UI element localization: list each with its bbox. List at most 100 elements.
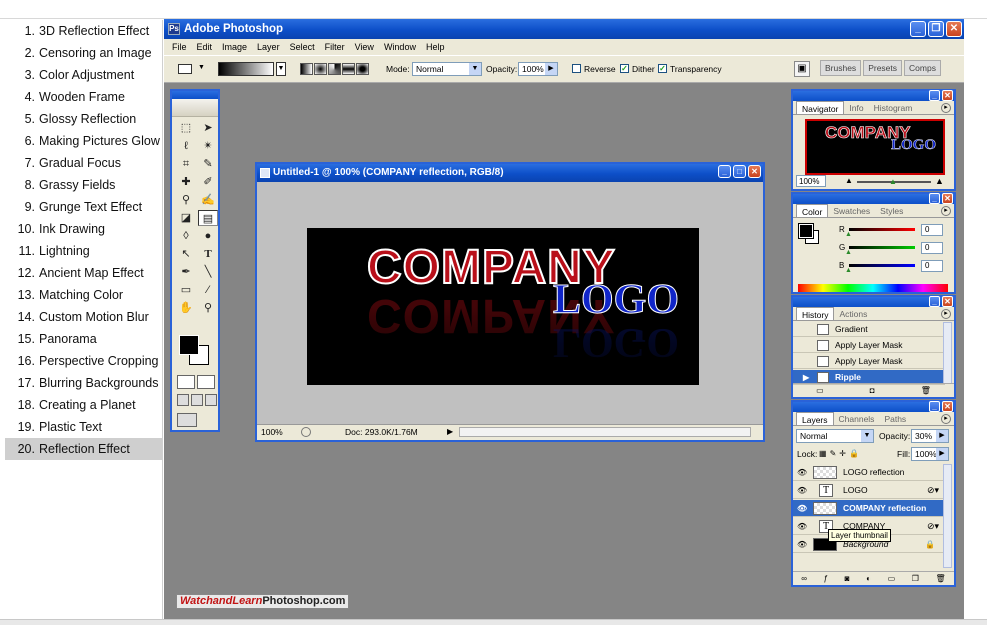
link-layers-icon[interactable]: ∞: [801, 574, 807, 583]
pen-tool-icon[interactable]: ✒: [176, 264, 196, 280]
eye-icon[interactable]: 👁: [797, 468, 807, 477]
layers-tab-channels[interactable]: Channels: [834, 412, 880, 425]
reflected-gradient-button[interactable]: [342, 63, 355, 75]
clone-stamp-tool-icon[interactable]: ⚲: [176, 192, 196, 208]
color-fg-swatch[interactable]: [798, 223, 814, 239]
color-close-button[interactable]: ✕: [942, 193, 953, 204]
layers-tab-paths[interactable]: Paths: [879, 412, 911, 425]
menu-view[interactable]: View: [350, 42, 379, 52]
eye-icon[interactable]: 👁: [797, 504, 807, 513]
menu-window[interactable]: Window: [379, 42, 421, 52]
menu-filter[interactable]: Filter: [320, 42, 350, 52]
eye-icon[interactable]: 👁: [797, 486, 807, 495]
file-browser-icon[interactable]: ▣: [794, 61, 810, 77]
tutorial-item[interactable]: 9. Grunge Text Effect: [5, 196, 162, 218]
horizontal-scrollbar[interactable]: [459, 427, 751, 437]
lock-transparent-icon[interactable]: ▦: [819, 449, 827, 458]
status-menu-icon[interactable]: [301, 427, 311, 437]
magic-wand-tool-icon[interactable]: ✴: [198, 138, 218, 154]
fill-input[interactable]: 100% ▶: [911, 447, 949, 461]
gradient-dropdown-arrow[interactable]: ▼: [276, 62, 286, 76]
menu-help[interactable]: Help: [421, 42, 450, 52]
tutorial-item[interactable]: 16. Perspective Cropping: [5, 350, 162, 372]
full-screen-mode-button[interactable]: [205, 394, 217, 406]
lock-position-icon[interactable]: ✛: [839, 449, 846, 458]
preset-arrow-icon[interactable]: ▼: [198, 64, 205, 71]
diamond-gradient-button[interactable]: [356, 63, 369, 75]
zoom-slider-thumb-icon[interactable]: ▲: [889, 176, 897, 188]
slice-tool-icon[interactable]: ✎: [198, 156, 218, 172]
document-title-bar[interactable]: Untitled-1 @ 100% (COMPANY reflection, R…: [257, 164, 763, 182]
color-title-bar[interactable]: _ ✕: [793, 193, 954, 204]
navigator-minimize-button[interactable]: _: [929, 90, 940, 101]
zoom-out-icon[interactable]: ▲: [845, 175, 853, 187]
dodge-tool-icon[interactable]: ●: [198, 228, 218, 244]
full-screen-menu-mode-button[interactable]: [191, 394, 203, 406]
opacity-input[interactable]: 100% ▶: [518, 62, 558, 76]
tutorial-item[interactable]: 4. Wooden Frame: [5, 86, 162, 108]
tutorial-item[interactable]: 20. Reflection Effect: [5, 438, 162, 460]
layers-menu-icon[interactable]: ▸: [941, 414, 951, 424]
menu-image[interactable]: Image: [217, 42, 252, 52]
tutorial-item[interactable]: 1. 3D Reflection Effect: [5, 20, 162, 42]
layer-style-icon[interactable]: ƒ: [824, 574, 828, 583]
layer-effects-icon[interactable]: ⊘▾: [927, 518, 939, 535]
blue-slider[interactable]: [849, 264, 915, 267]
path-selection-tool-icon[interactable]: ↖: [176, 246, 196, 262]
red-slider[interactable]: [849, 228, 915, 231]
history-brush-tool-icon[interactable]: ✍: [198, 192, 218, 208]
green-value[interactable]: 0: [921, 242, 943, 254]
image-canvas[interactable]: COMPANY LOGO COMPANY LOGO: [307, 228, 699, 385]
navigator-title-bar[interactable]: _ ✕: [793, 90, 954, 101]
angle-gradient-button[interactable]: [328, 63, 341, 75]
crop-tool-icon[interactable]: ⌗: [176, 156, 196, 172]
document-close-button[interactable]: ✕: [748, 165, 761, 178]
history-title-bar[interactable]: _ ✕: [793, 296, 954, 307]
eraser-tool-icon[interactable]: ◪: [176, 210, 196, 226]
layer-row[interactable]: 👁 COMPANY reflection: [793, 500, 945, 517]
canvas-area[interactable]: COMPANY LOGO COMPANY LOGO: [257, 182, 763, 422]
tutorial-item[interactable]: 10. Ink Drawing: [5, 218, 162, 240]
color-tab-styles[interactable]: Styles: [875, 204, 908, 217]
move-tool-icon[interactable]: ➤: [198, 120, 218, 136]
history-minimize-button[interactable]: _: [929, 296, 940, 307]
layer-thumbnail[interactable]: [813, 466, 837, 479]
marquee-tool-icon[interactable]: ⬚: [176, 120, 196, 136]
history-tab-actions[interactable]: Actions: [834, 307, 872, 320]
toolbox-title-bar[interactable]: [172, 91, 218, 99]
standard-mode-button[interactable]: [177, 375, 195, 389]
delete-state-icon[interactable]: 🗑: [921, 386, 931, 395]
linear-gradient-button[interactable]: [300, 63, 313, 75]
menu-select[interactable]: Select: [285, 42, 320, 52]
well-tab-comps[interactable]: Comps: [904, 60, 941, 76]
healing-brush-tool-icon[interactable]: ✚: [176, 174, 196, 190]
history-menu-icon[interactable]: ▸: [941, 309, 951, 319]
tutorial-item[interactable]: 12. Ancient Map Effect: [5, 262, 162, 284]
navigator-zoom-value[interactable]: 100%: [796, 175, 826, 187]
eye-icon[interactable]: 👁: [797, 540, 807, 549]
color-tab-color[interactable]: Color: [796, 204, 829, 217]
tutorial-item[interactable]: 19. Plastic Text: [5, 416, 162, 438]
navigator-tab-info[interactable]: Info: [844, 101, 868, 114]
layer-opacity-input[interactable]: 30% ▶: [911, 429, 949, 443]
green-slider[interactable]: [849, 246, 915, 249]
dither-checkbox[interactable]: ✓: [620, 64, 629, 73]
red-value[interactable]: 0: [921, 224, 943, 236]
navigator-close-button[interactable]: ✕: [942, 90, 953, 101]
navigator-tab-navigator[interactable]: Navigator: [796, 101, 845, 114]
radial-gradient-button[interactable]: [314, 63, 327, 75]
history-state[interactable]: Apply Layer Mask: [793, 338, 945, 353]
gradient-tool-icon[interactable]: ▤: [198, 210, 218, 226]
lasso-tool-icon[interactable]: ℓ: [176, 138, 196, 154]
navigator-tab-histogram[interactable]: Histogram: [869, 101, 918, 114]
gradient-tool-preset[interactable]: [178, 64, 192, 74]
mode-select[interactable]: Normal ▼: [412, 62, 482, 76]
history-tab-history[interactable]: History: [796, 307, 835, 320]
hand-tool-icon[interactable]: ✋: [176, 300, 196, 316]
well-tab-presets[interactable]: Presets: [863, 60, 903, 76]
tutorial-item[interactable]: 3. Color Adjustment: [5, 64, 162, 86]
delete-layer-icon[interactable]: 🗑: [936, 574, 946, 583]
close-button[interactable]: ✕: [946, 21, 962, 37]
tutorial-item[interactable]: 14. Custom Motion Blur: [5, 306, 162, 328]
line-tool-icon[interactable]: ╲: [198, 264, 218, 280]
